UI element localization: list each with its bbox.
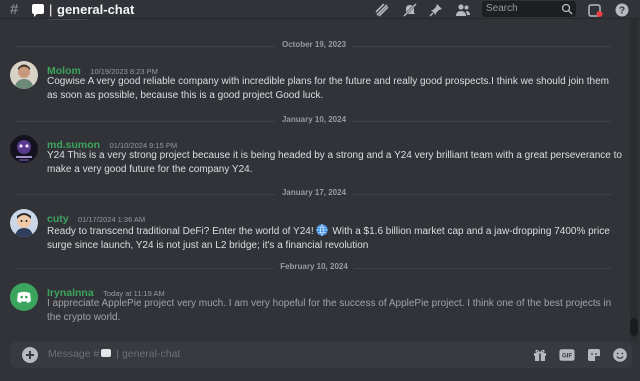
add-icon[interactable]	[22, 347, 38, 363]
pin-icon[interactable]	[428, 2, 444, 18]
chat-bubble-icon	[32, 4, 44, 17]
message-placeholder-separator: |	[116, 348, 120, 360]
search-input[interactable]: Search	[482, 1, 576, 17]
members-icon[interactable]	[455, 2, 471, 18]
title-separator: |	[49, 2, 53, 17]
message-composer[interactable]: Message # | general-chat GIF	[10, 342, 632, 368]
date-divider: February 10, 2024	[16, 262, 612, 274]
help-icon[interactable]: ?	[614, 2, 630, 18]
date-divider: October 19, 2023	[16, 40, 612, 52]
gif-icon[interactable]: GIF	[559, 347, 575, 363]
sticker-icon[interactable]	[586, 347, 602, 363]
message-text: Y24 This is a very strong project becaus…	[47, 150, 622, 175]
message-text-part: Ready to transcend traditional DeFi? Ent…	[47, 226, 314, 237]
mute-icon[interactable]	[402, 2, 418, 18]
date-divider-label: January 10, 2024	[275, 115, 353, 124]
channel-header: # | general-chat Search ?	[0, 0, 640, 19]
message-placeholder-channel: general-chat	[121, 348, 181, 360]
chat-bubble-icon	[101, 349, 112, 357]
previous-message-fragment	[47, 19, 87, 20]
date-divider: January 10, 2024	[16, 115, 612, 127]
avatar[interactable]	[10, 283, 38, 311]
scrollbar-track[interactable]	[630, 19, 638, 341]
message-text: Cogwise A very good reliable company wit…	[47, 76, 609, 101]
gif-label: GIF	[562, 353, 573, 360]
avatar[interactable]	[10, 61, 38, 89]
avatar[interactable]	[10, 209, 38, 237]
gift-icon[interactable]	[532, 347, 548, 363]
channel-title: general-chat	[57, 2, 135, 17]
message-text: Ready to transcend traditional DeFi? Ent…	[47, 223, 622, 253]
message-input[interactable]: Message # | general-chat	[48, 348, 180, 360]
search-icon	[561, 3, 573, 15]
emoji-icon[interactable]	[612, 347, 628, 363]
date-divider-label: January 17, 2024	[275, 188, 353, 197]
scrollbar-thumb[interactable]	[630, 318, 638, 336]
message-text: I appreciate ApplePie project very much.…	[47, 298, 612, 323]
message-list[interactable]: October 19, 2023 Molom 10/19/2023 8:23 P…	[0, 19, 628, 341]
search-placeholder: Search	[486, 3, 518, 14]
svg-text:?: ?	[619, 6, 625, 17]
avatar[interactable]	[10, 135, 38, 163]
hash-icon: #	[10, 1, 19, 18]
globe-icon	[315, 224, 328, 236]
inbox-icon[interactable]	[587, 2, 603, 18]
date-divider-label: February 10, 2024	[274, 262, 354, 271]
threads-icon[interactable]	[374, 2, 390, 18]
message-placeholder-prefix: Message #	[48, 348, 100, 360]
date-divider: January 17, 2024	[16, 188, 612, 200]
date-divider-label: October 19, 2023	[275, 40, 353, 49]
